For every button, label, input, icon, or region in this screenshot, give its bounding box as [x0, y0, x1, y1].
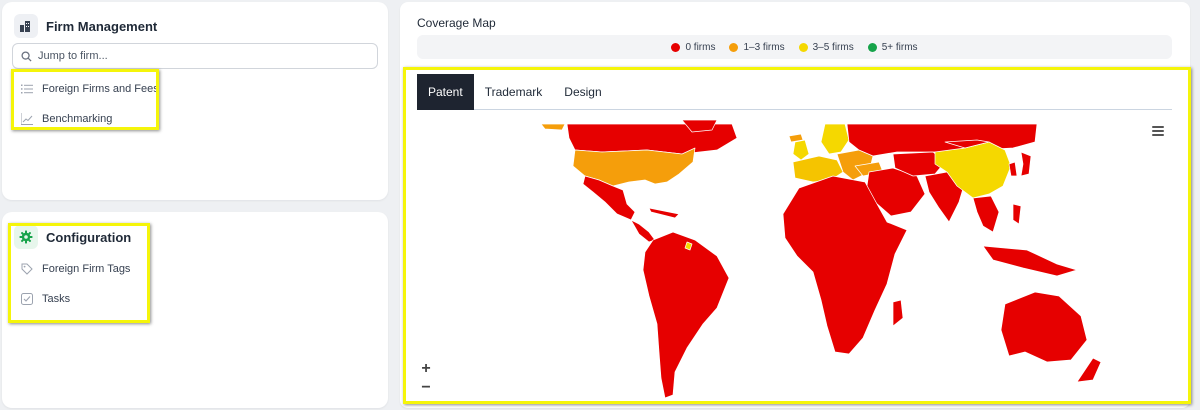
region-caribbean [648, 207, 680, 219]
zoom-out-button[interactable]: − [417, 379, 435, 397]
legend-item-0-firms[interactable]: 0 firms [671, 42, 715, 53]
configuration-header: Configuration [14, 225, 131, 249]
checkbox-icon [20, 292, 34, 306]
tag-icon [20, 262, 34, 276]
region-uk [792, 139, 810, 161]
legend-item-5-plus-firms[interactable]: 5+ firms [867, 41, 918, 53]
legend-item-1-3-firms[interactable]: 1–3 firms [729, 41, 785, 53]
nav-item-foreign-firms-and-fees[interactable]: Foreign Firms and Fees [20, 82, 159, 96]
legend-label: 5+ firms [881, 41, 918, 53]
search-icon [21, 50, 32, 62]
coverage-legend: 0 firms 1–3 firms 3–5 firms 5+ firms [417, 35, 1172, 59]
firm-management-title: Firm Management [46, 18, 158, 34]
list-icon [20, 82, 34, 96]
zoom-in-button[interactable]: + [417, 360, 435, 378]
region-central-america [630, 219, 656, 243]
tab-trademark[interactable]: Trademark [474, 74, 554, 110]
firm-management-card: Firm Management Foreign Firms and Fees B… [2, 2, 388, 200]
region-australia [1000, 291, 1088, 363]
nav-item-benchmarking[interactable]: Benchmarking [20, 112, 112, 126]
configuration-card: Configuration Foreign Firm Tags Tasks [2, 212, 388, 408]
region-japan [1020, 151, 1032, 177]
nav-item-label: Tasks [42, 293, 71, 305]
tab-design[interactable]: Design [553, 74, 612, 110]
world-map-svg [540, 120, 1102, 399]
orange-dot-icon [729, 42, 739, 52]
ip-type-tabs: Patent Trademark Design [417, 74, 1172, 110]
legend-label: 0 firms [685, 41, 716, 53]
region-korea [1008, 161, 1018, 177]
building-icon [14, 14, 38, 38]
legend-item-3-5-firms[interactable]: 3–5 firms [798, 41, 854, 53]
red-dot-icon [671, 42, 681, 52]
gear-icon [14, 225, 38, 249]
jump-to-firm-input[interactable] [38, 50, 368, 62]
region-madagascar [892, 299, 904, 327]
line-chart-icon [20, 112, 34, 126]
nav-item-foreign-firm-tags[interactable]: Foreign Firm Tags [20, 262, 130, 276]
nav-item-label: Benchmarking [42, 113, 113, 125]
configuration-title: Configuration [46, 229, 132, 245]
chart-menu-icon[interactable] [1152, 126, 1164, 136]
region-new-zealand [1076, 357, 1102, 383]
nav-item-tasks[interactable]: Tasks [20, 292, 70, 306]
tab-patent[interactable]: Patent [417, 74, 474, 110]
world-map[interactable]: + − [417, 120, 1172, 404]
nav-item-label: Foreign Firm Tags [42, 263, 131, 275]
firm-management-header: Firm Management [14, 14, 157, 38]
yellow-dot-icon [798, 42, 808, 52]
coverage-map-title: Coverage Map [417, 16, 496, 30]
region-indonesia [982, 245, 1078, 277]
coverage-map-card: Coverage Map 0 firms 1–3 firms 3–5 firms… [400, 2, 1190, 408]
legend-label: 3–5 firms [812, 41, 854, 53]
legend-label: 1–3 firms [743, 41, 785, 53]
region-southeast-asia [972, 195, 1000, 233]
region-philippines [1012, 203, 1022, 225]
jump-to-firm-search[interactable] [12, 43, 378, 69]
region-alaska [540, 123, 566, 131]
region-south-america [642, 231, 730, 399]
green-dot-icon [867, 42, 877, 52]
nav-item-label: Foreign Firms and Fees [42, 83, 159, 95]
region-scandinavia [820, 123, 850, 155]
